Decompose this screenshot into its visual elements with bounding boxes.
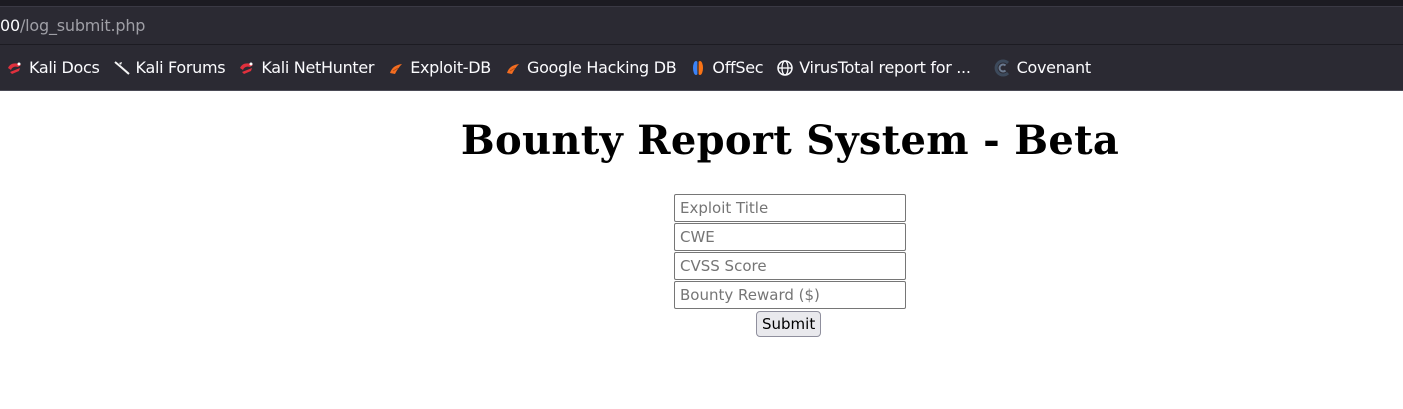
exploit-db-icon — [504, 59, 522, 77]
url-host: 00 — [0, 16, 20, 35]
kali-dragon-icon — [6, 59, 24, 77]
bookmark-kali-nethunter[interactable]: Kali NetHunter — [238, 58, 375, 77]
page-content: Bounty Report System - Beta Submit — [0, 91, 1403, 408]
window-top-edge — [0, 0, 1403, 7]
cvss-score-input[interactable] — [674, 252, 906, 280]
bookmark-google-hacking-db[interactable]: Google Hacking DB — [504, 58, 677, 77]
address-bar[interactable]: 00/log_submit.php — [0, 7, 1403, 45]
exploit-title-input[interactable] — [674, 194, 906, 222]
bookmark-label: Google Hacking DB — [526, 58, 677, 77]
bookmark-label: Kali Docs — [29, 58, 100, 77]
cwe-input[interactable] — [674, 223, 906, 251]
bounty-report-form: Submit — [674, 194, 906, 337]
bookmark-label: VirusTotal report for ... — [799, 58, 971, 77]
kali-dragon-icon — [238, 59, 256, 77]
bookmark-virustotal[interactable]: VirusTotal report for ... — [776, 58, 971, 77]
bookmark-covenant[interactable]: Covenant — [994, 58, 1091, 77]
bookmark-label: Kali Forums — [135, 58, 226, 77]
kali-dragon-icon — [113, 59, 131, 77]
bookmark-kali-docs[interactable]: Kali Docs — [6, 58, 100, 77]
bookmark-label: OffSec — [712, 58, 764, 77]
page-title: Bounty Report System - Beta — [460, 117, 1120, 164]
globe-icon — [776, 59, 794, 77]
bookmark-label: Covenant — [1016, 58, 1092, 77]
bookmark-kali-forums[interactable]: Kali Forums — [113, 58, 226, 77]
submit-button[interactable]: Submit — [756, 311, 822, 337]
url-text[interactable]: 00/log_submit.php — [0, 16, 145, 35]
bookmark-offsec[interactable]: OffSec — [689, 58, 764, 77]
covenant-icon — [994, 59, 1012, 77]
offsec-icon — [689, 59, 707, 77]
bookmark-label: Kali NetHunter — [261, 58, 375, 77]
bookmarks-toolbar: Kali Docs Kali Forums Kali NetHunter Exp… — [0, 45, 1403, 91]
bounty-reward-input[interactable] — [674, 281, 906, 309]
bookmark-exploit-db[interactable]: Exploit-DB — [387, 58, 491, 77]
exploit-db-icon — [387, 59, 405, 77]
url-path: /log_submit.php — [19, 16, 146, 35]
bookmark-label: Exploit-DB — [410, 58, 491, 77]
